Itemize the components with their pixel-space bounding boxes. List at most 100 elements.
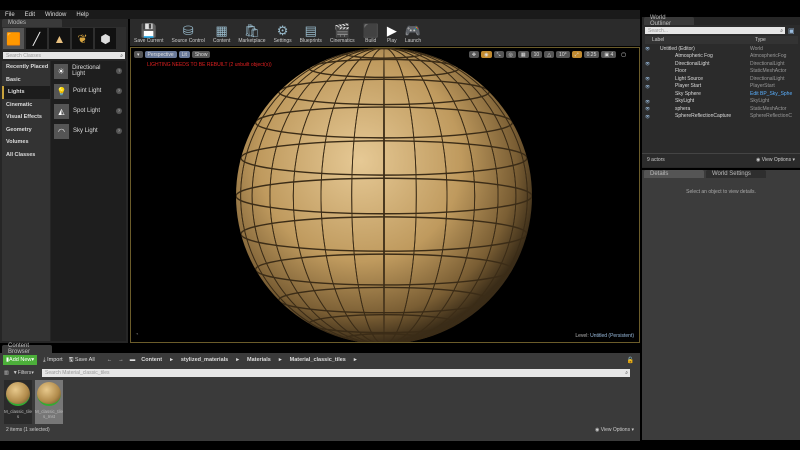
help-icon[interactable]: ? [116, 88, 122, 94]
visibility-eye-icon[interactable]: 👁 [645, 84, 655, 89]
tab-world-settings[interactable]: World Settings [706, 170, 766, 178]
landscape-mode-icon[interactable]: ▲ [49, 28, 70, 49]
class-item[interactable]: ◭ Spot Light? [51, 101, 126, 121]
content-view-options-button[interactable]: ◉ View Options ▾ [595, 427, 634, 433]
menu-item-window[interactable]: Window [45, 12, 66, 18]
maximize-icon[interactable]: ▢ [618, 51, 629, 58]
rotation-snap-value[interactable]: 10° [556, 51, 570, 58]
save-button[interactable]: 💾 Save Current [134, 23, 163, 44]
back-icon[interactable]: ← [107, 357, 113, 363]
class-item[interactable]: ◠ Sky Light? [51, 121, 126, 141]
content-search-input[interactable]: Search Material_classic_tiles ⌕ [42, 369, 630, 377]
column-label[interactable]: Label [645, 37, 755, 43]
asset-tile[interactable]: M_classic_tiles_Inst [35, 380, 63, 424]
paint-mode-icon[interactable]: ╱ [26, 28, 47, 49]
world-local-icon[interactable]: ◎ [505, 51, 516, 58]
geometry-mode-icon[interactable]: ⬢ [95, 28, 116, 49]
rotate-icon[interactable]: ◉ [481, 51, 492, 58]
import-button[interactable]: ⤓ Import [43, 357, 63, 364]
grid-snap-value[interactable]: 10 [530, 51, 543, 58]
save-all-button[interactable]: 🖫 Save All [69, 356, 95, 365]
translate-icon[interactable]: ✥ [468, 51, 480, 58]
category-basic[interactable]: Basic [2, 74, 50, 87]
actor-row[interactable]: 👁 SphereReflectionCapture SphereReflection… [645, 113, 798, 121]
help-icon[interactable]: ? [116, 108, 122, 114]
actor-row[interactable]: 👁 SkyLight SkyLight [645, 98, 798, 106]
menu-item-edit[interactable]: Edit [25, 12, 35, 18]
category-cinematic[interactable]: Cinematic [2, 99, 50, 112]
tab-details[interactable]: Details [644, 170, 704, 178]
tab-modes[interactable]: Modes [2, 19, 62, 27]
add-actor-icon[interactable]: ▣ [788, 27, 795, 35]
actor-row[interactable]: 👁 sphera StaticMeshActor [645, 105, 798, 113]
rotation-snap-icon[interactable]: △ [544, 51, 555, 58]
chevron-right-icon[interactable]: ▸ [170, 357, 173, 363]
actor-row[interactable]: 👁 Player Start PlayerStart [645, 83, 798, 91]
foliage-mode-icon[interactable]: ❦ [72, 28, 93, 49]
launch-button[interactable]: 🎮 Launch [405, 23, 421, 44]
actor-row[interactable]: 👁 Untitled (Editor) World [645, 45, 798, 53]
visibility-eye-icon[interactable]: 👁 [645, 99, 655, 104]
content-button[interactable]: ▦ Content [213, 23, 231, 44]
visibility-eye-icon[interactable]: 👁 [645, 76, 655, 81]
view-options-button[interactable]: ◉ View Options ▾ [756, 157, 795, 163]
scale-snap-value[interactable]: 0.25 [583, 51, 600, 58]
viewport[interactable]: ▾ Perspective Lit Show LIGHTING NEEDS TO… [130, 47, 640, 343]
sources-toggle-icon[interactable]: ▥ [4, 370, 9, 376]
place-mode-icon[interactable]: 🟧 [3, 28, 24, 49]
lit-button[interactable]: Lit [178, 51, 190, 58]
chevron-right-icon[interactable]: ▸ [279, 357, 282, 363]
category-lights[interactable]: Lights [2, 86, 50, 99]
actor-row[interactable]: Atmospheric Fog AtmosphericFog [645, 53, 798, 61]
show-button[interactable]: Show [191, 51, 211, 58]
viewport-menu-button[interactable]: ▾ [134, 51, 143, 58]
menu-item-file[interactable]: File [5, 12, 15, 18]
perspective-button[interactable]: Perspective [144, 51, 177, 58]
menu-item-help[interactable]: Help [76, 12, 88, 18]
filters-button[interactable]: ▼Filters▾ [13, 370, 34, 376]
breadcrumb-item[interactable]: Content [141, 357, 162, 363]
grid-snap-icon[interactable]: ▦ [517, 51, 529, 58]
search-classes-input[interactable]: Search Classes ⌕ [3, 52, 125, 59]
help-icon[interactable]: ? [116, 128, 122, 134]
visibility-eye-icon[interactable]: 👁 [645, 61, 655, 66]
class-item[interactable]: ☀ Directional Light? [51, 61, 126, 81]
breadcrumb-item[interactable]: stylized_materials [181, 357, 228, 363]
add-new-button[interactable]: ▮ Add New ▾ [3, 355, 38, 365]
visibility-eye-icon[interactable]: 👁 [645, 106, 655, 111]
actor-row[interactable]: 👁 DirectionalLight DirectionalLight [645, 60, 798, 68]
category-recently-placed[interactable]: Recently Placed [2, 61, 50, 74]
source-control-button[interactable]: ⛁ Source Control [171, 23, 204, 44]
category-volumes[interactable]: Volumes [2, 136, 50, 149]
scale-icon[interactable]: ⤡ [493, 51, 504, 58]
actor-row[interactable]: 👁 Light Source DirectionalLight [645, 75, 798, 83]
scale-snap-icon[interactable]: ⤢ [571, 51, 582, 58]
class-item[interactable]: 💡 Point Light? [51, 81, 126, 101]
marketplace-button[interactable]: 🛍 Marketplace [238, 23, 265, 44]
forward-icon[interactable]: → [118, 357, 124, 363]
camera-speed-button[interactable]: ▣ 4 [601, 51, 617, 58]
asset-tile[interactable]: M_classic_tiles [4, 380, 32, 424]
category-all-classes[interactable]: All Classes [2, 149, 50, 162]
blueprints-button[interactable]: ▤ Blueprints [300, 23, 322, 44]
chevron-right-icon[interactable]: ▸ [236, 357, 239, 363]
actor-row[interactable]: Sky Sphere Edit BP_Sky_Sphe [645, 90, 798, 98]
help-icon[interactable]: ? [116, 68, 123, 74]
breadcrumb-item[interactable]: Materials [247, 357, 271, 363]
tab-world-outliner[interactable]: World Outliner [644, 15, 694, 27]
chevron-right-icon[interactable]: ▸ [354, 357, 357, 363]
tab-content-browser[interactable]: Content Browser [2, 343, 52, 355]
actor-row[interactable]: Floor StaticMeshActor [645, 68, 798, 76]
play-button[interactable]: ▶ Play [387, 23, 397, 44]
breadcrumb-item[interactable]: Material_classic_tiles [290, 357, 346, 363]
outliner-search-input[interactable]: Search... ⌕ [645, 27, 785, 34]
cinematics-button[interactable]: 🎬 Cinematics [330, 23, 355, 44]
visibility-eye-icon[interactable]: 👁 [645, 46, 655, 51]
visibility-eye-icon[interactable]: 👁 [645, 114, 655, 119]
lock-icon[interactable]: 🔓 [627, 357, 634, 364]
settings-button[interactable]: ⚙ Settings [274, 23, 292, 44]
column-type[interactable]: Type [755, 37, 766, 43]
actor-type[interactable]: Edit BP_Sky_Sphe [750, 91, 792, 97]
category-visual-effects[interactable]: Visual Effects [2, 111, 50, 124]
category-geometry[interactable]: Geometry [2, 124, 50, 137]
